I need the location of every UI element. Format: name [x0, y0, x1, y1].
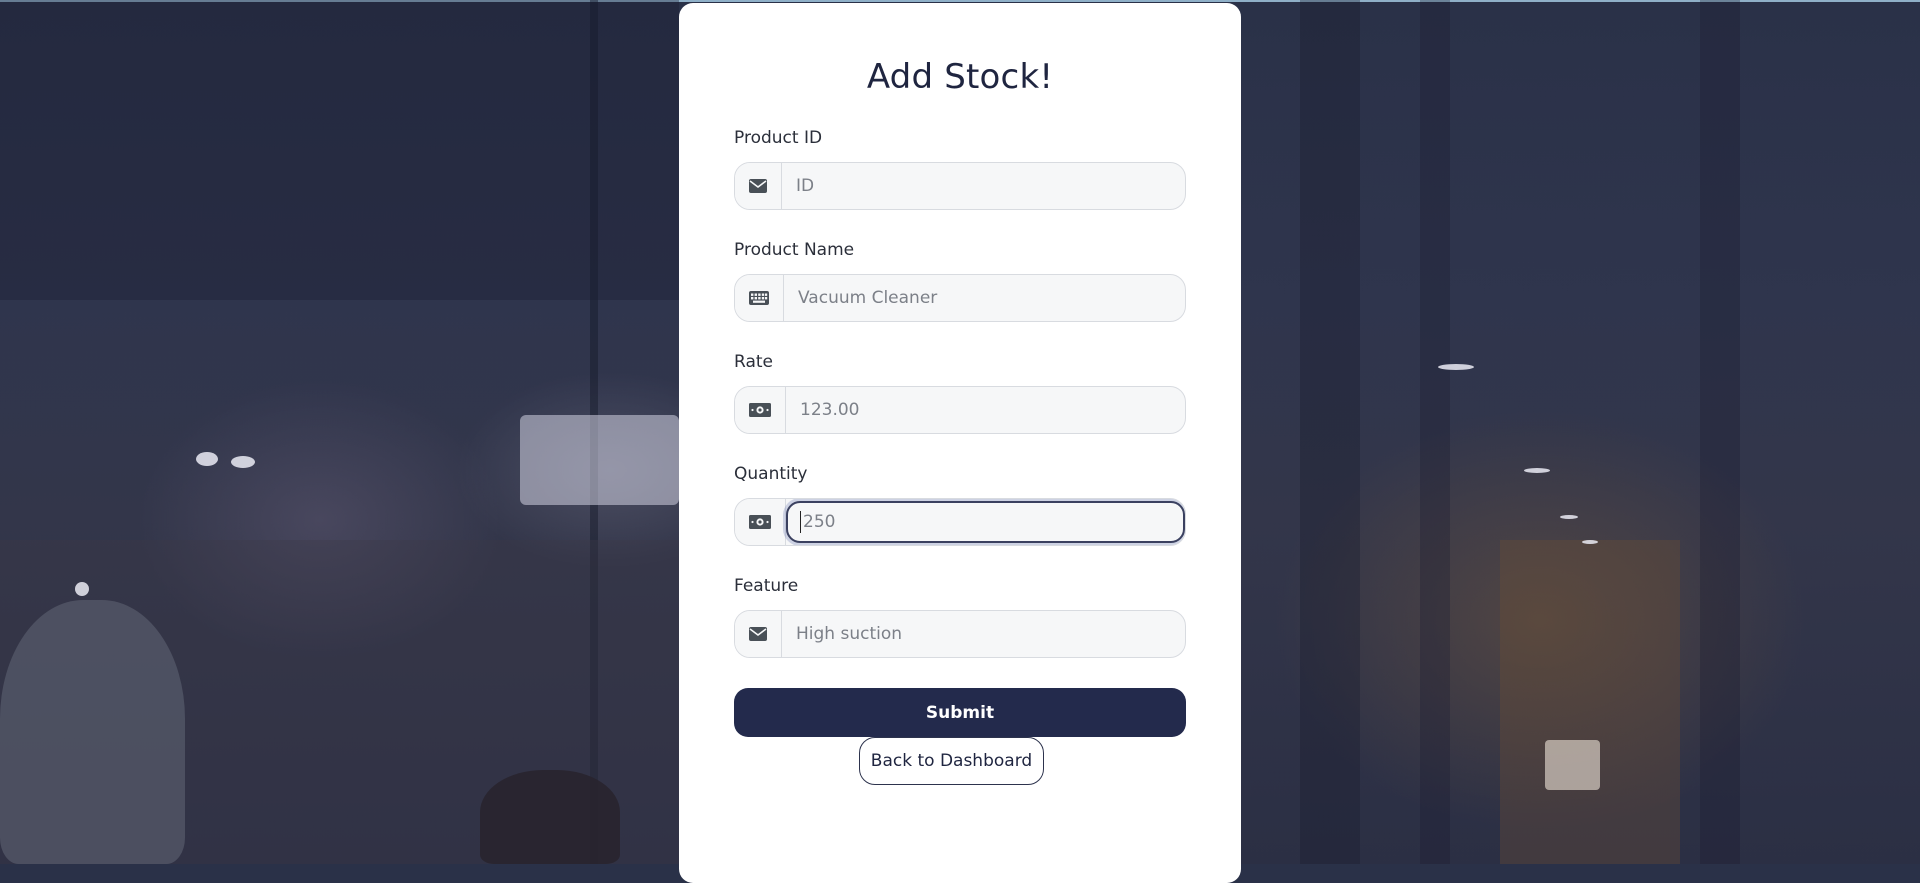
page-title: Add Stock! [866, 57, 1054, 97]
quantity-focus-ring [786, 501, 1185, 543]
product-name-label: Product Name [734, 240, 855, 260]
add-stock-card: Add Stock! Product ID Product Name Rate … [679, 3, 1241, 883]
quantity-input[interactable] [801, 512, 1183, 532]
money-bill-icon [735, 499, 786, 545]
feature-input[interactable] [782, 611, 1185, 657]
rate-input[interactable] [786, 387, 1185, 433]
quantity-group [734, 498, 1186, 546]
product-id-group [734, 162, 1186, 210]
product-id-label: Product ID [734, 128, 823, 148]
back-to-dashboard-button[interactable]: Back to Dashboard [859, 737, 1044, 785]
product-name-group [734, 274, 1186, 322]
envelope-icon [735, 163, 782, 209]
rate-group [734, 386, 1186, 434]
quantity-label: Quantity [734, 464, 808, 484]
envelope-icon [735, 611, 782, 657]
feature-label: Feature [734, 576, 799, 596]
top-accent-line [0, 0, 1920, 2]
money-bill-icon [735, 387, 786, 433]
keyboard-icon [735, 275, 784, 321]
rate-label: Rate [734, 352, 773, 372]
submit-button[interactable]: Submit [734, 688, 1186, 737]
product-name-input[interactable] [784, 275, 1185, 321]
product-id-input[interactable] [782, 163, 1185, 209]
feature-group [734, 610, 1186, 658]
